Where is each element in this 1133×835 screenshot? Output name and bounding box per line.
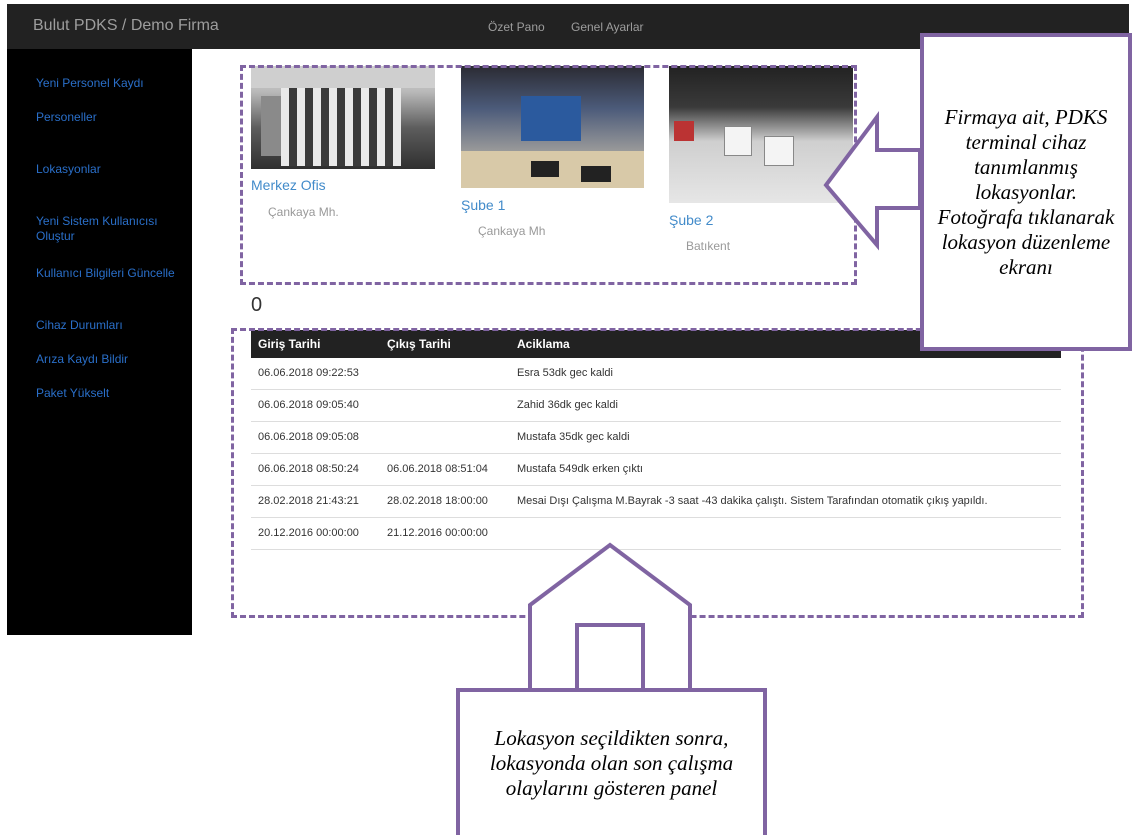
left-arrow: [823, 111, 922, 251]
callout-panel: Lokasyon seçildikten sonra, lokasyonda o…: [456, 688, 767, 835]
up-arrow-notch: [575, 623, 645, 692]
callout-locations: Firmaya ait, PDKS terminal cihaz tanımla…: [920, 33, 1132, 351]
